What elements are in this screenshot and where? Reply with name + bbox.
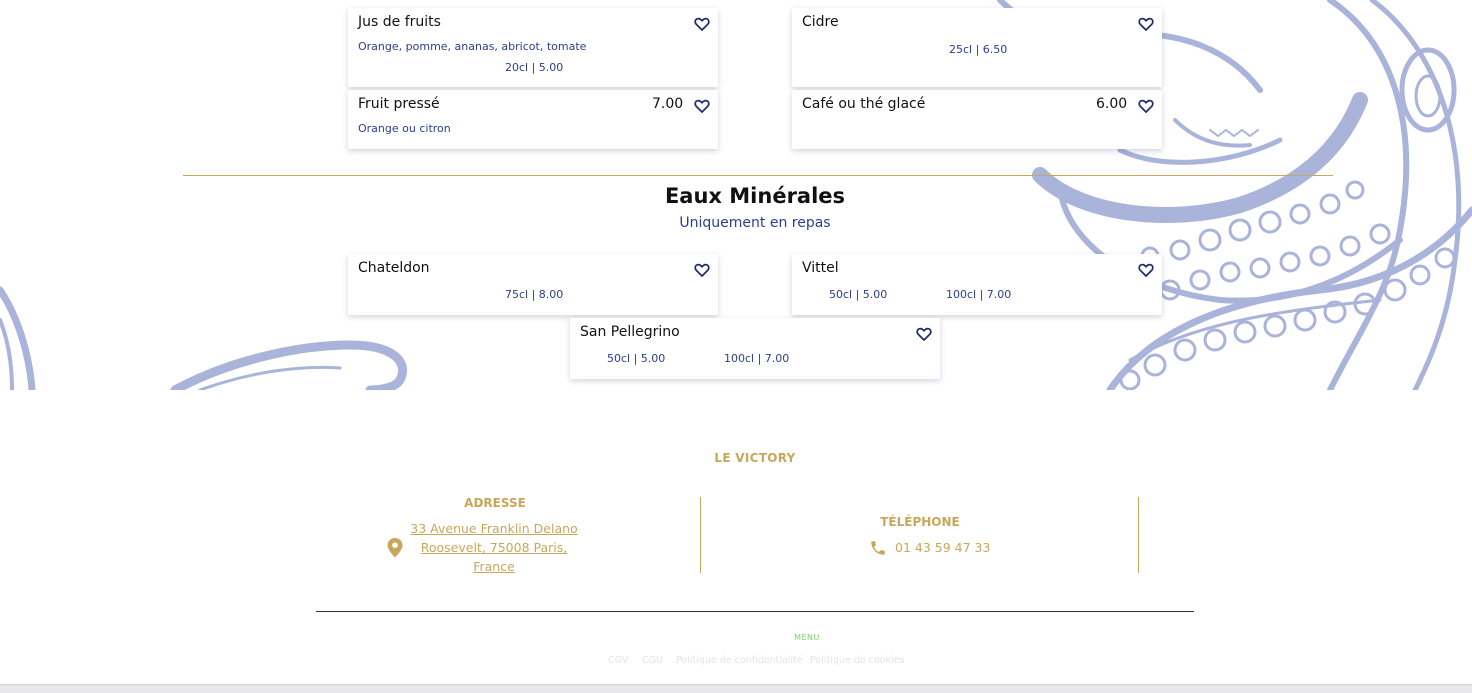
card-name: San Pellegrino <box>580 324 680 340</box>
phone-title: TÉLÉPHONE <box>880 515 960 529</box>
footer-menu-link[interactable]: MENU <box>0 633 1472 642</box>
card-name: Vittel <box>802 260 839 276</box>
heart-outline-icon[interactable] <box>694 16 710 32</box>
phone-icon <box>871 541 885 555</box>
address-title: ADRESSE <box>464 496 526 510</box>
heart-outline-icon[interactable] <box>694 98 710 114</box>
address-link[interactable]: 33 Avenue Franklin Delano Roosevelt, 750… <box>408 519 580 576</box>
address-line: Roosevelt, 75008 Paris, <box>420 540 568 555</box>
card-name: Cidre <box>802 14 839 30</box>
card-name: Jus de fruits <box>358 14 441 30</box>
card-price: 100cl | 7.00 <box>724 352 790 365</box>
card-price: 75cl | 8.00 <box>505 288 564 301</box>
section-divider <box>183 175 1333 176</box>
card-chateldon: Chateldon 75cl | 8.00 <box>348 254 718 315</box>
card-name: Fruit pressé <box>358 96 440 112</box>
card-price: 100cl | 7.00 <box>946 288 1012 301</box>
card-price: 7.00 <box>652 96 684 112</box>
legal-link-cookies[interactable]: Politique de cookies <box>810 655 904 666</box>
legal-link-cgu[interactable]: CGU <box>642 655 663 666</box>
card-jus-de-fruits: Jus de fruits Orange, pomme, ananas, abr… <box>348 8 718 87</box>
bottom-bar <box>0 684 1472 693</box>
heart-outline-icon[interactable] <box>916 326 932 342</box>
card-description: Orange ou citron <box>358 122 451 135</box>
legal-link-cgv[interactable]: CGV <box>608 655 629 666</box>
card-name: Chateldon <box>358 260 430 276</box>
address-line: France <box>473 559 515 574</box>
heart-outline-icon[interactable] <box>694 262 710 278</box>
section-subtitle: Uniquement en repas <box>679 215 831 231</box>
card-san-pellegrino: San Pellegrino 50cl | 5.00 100cl | 7.00 <box>570 318 940 379</box>
card-description: Orange, pomme, ananas, abricot, tomate <box>358 40 587 53</box>
menu-area: Jus de fruits Orange, pomme, ananas, abr… <box>0 0 1472 390</box>
card-fruit-presse: Fruit pressé 7.00 Orange ou citron <box>348 90 718 149</box>
footer-column-divider <box>700 497 701 573</box>
card-vittel: Vittel 50cl | 5.00 100cl | 7.00 <box>792 254 1162 315</box>
heart-outline-icon[interactable] <box>1138 98 1154 114</box>
heart-outline-icon[interactable] <box>1138 262 1154 278</box>
card-name: Café ou thé glacé <box>802 96 926 112</box>
card-price: 50cl | 5.00 <box>829 288 888 301</box>
card-cafe-the-glace: Café ou thé glacé 6.00 <box>792 90 1162 149</box>
heart-outline-icon[interactable] <box>1138 16 1154 32</box>
card-cidre: Cidre 25cl | 6.50 <box>792 8 1162 87</box>
address-line: 33 Avenue Franklin Delano <box>410 521 578 536</box>
card-price: 50cl | 5.00 <box>607 352 666 365</box>
card-price: 6.00 <box>1096 96 1128 112</box>
section-title: Eaux Minérales <box>664 184 846 208</box>
footer-brand: LE VICTORY <box>714 451 796 465</box>
card-price: 20cl | 5.00 <box>505 61 564 74</box>
map-pin-icon <box>387 538 403 558</box>
card-price: 25cl | 6.50 <box>949 43 1008 56</box>
phone-number[interactable]: 01 43 59 47 33 <box>895 540 990 555</box>
legal-link-privacy[interactable]: Politique de confidentialité <box>676 655 803 666</box>
footer-column-divider <box>1138 497 1139 573</box>
footer-divider <box>316 611 1194 612</box>
